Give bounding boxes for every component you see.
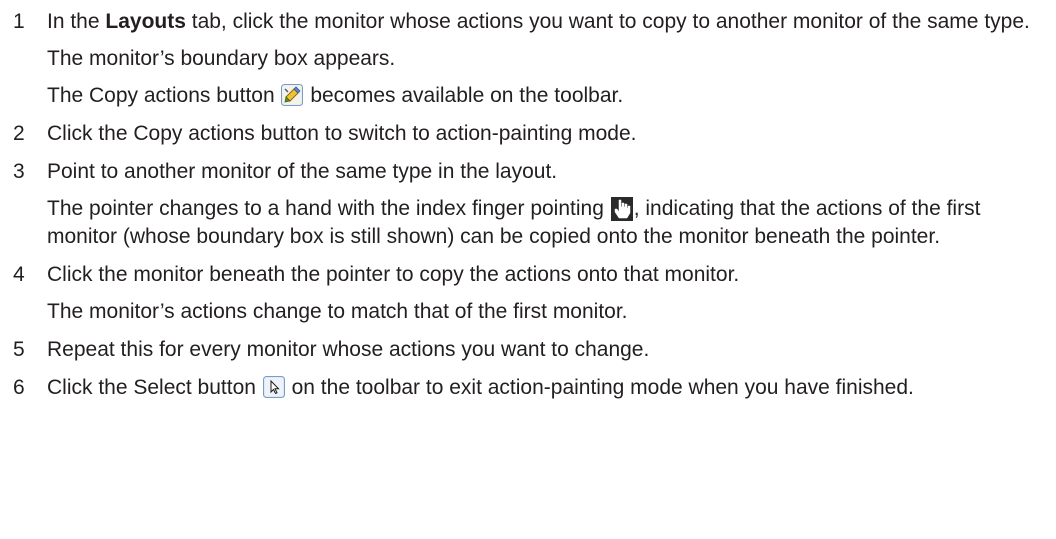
step-instruction: Repeat this for every monitor whose acti…: [47, 338, 650, 361]
step-note: The monitor’s actions change to match th…: [47, 300, 628, 323]
step-number: 1: [13, 10, 25, 33]
step-instruction: In the Layouts tab, click the monitor wh…: [47, 10, 1030, 33]
step-2: 2 Click the Copy actions button to switc…: [13, 120, 1036, 148]
procedure-document: 1 In the Layouts tab, click the monitor …: [0, 0, 1056, 402]
step-instruction: Point to another monitor of the same typ…: [47, 160, 558, 183]
step-note: The pointer changes to a hand with the i…: [47, 197, 981, 248]
step-4: 4 Click the monitor beneath the pointer …: [13, 261, 1036, 289]
step-number: 6: [13, 376, 25, 399]
step-number: 3: [13, 160, 25, 183]
select-arrow-icon: [262, 376, 285, 398]
step-5: 5 Repeat this for every monitor whose ac…: [13, 336, 1036, 364]
step-note: The Copy actions button becomes availabl…: [47, 84, 624, 107]
step-number: 2: [13, 122, 25, 145]
step-instruction: Click the Copy actions button to switch …: [47, 122, 637, 145]
copy-actions-icon: [281, 84, 304, 106]
step-1: 1 In the Layouts tab, click the monitor …: [13, 8, 1036, 36]
step-number: 4: [13, 263, 25, 286]
layouts-tab-name: Layouts: [105, 10, 186, 33]
step-instruction: Click the monitor beneath the pointer to…: [47, 263, 740, 286]
step-note: The monitor’s boundary box appears.: [47, 47, 396, 70]
step-number: 5: [13, 338, 25, 361]
step-6: 6 Click the Select button on the toolbar…: [13, 374, 1036, 402]
step-3: 3 Point to another monitor of the same t…: [13, 158, 1036, 186]
step-instruction: Click the Select button on the toolbar t…: [47, 376, 914, 399]
hand-pointer-icon: [610, 197, 633, 221]
